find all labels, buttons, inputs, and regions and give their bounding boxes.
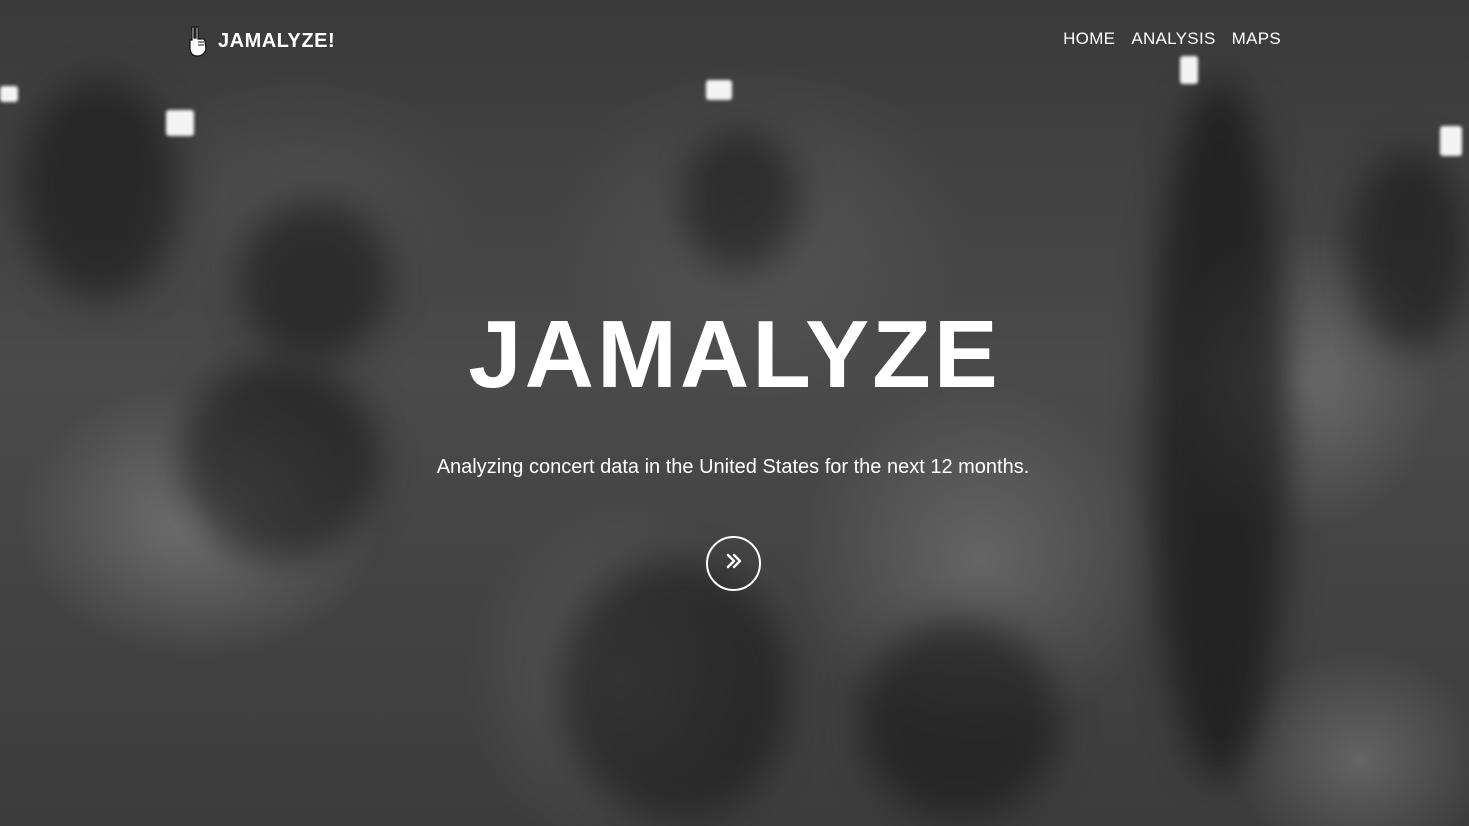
navbar: JAMALYZE! HOME ANALYSIS MAPS bbox=[0, 0, 1469, 80]
crowd-silhouette bbox=[860, 620, 1060, 820]
crowd-silhouette bbox=[560, 560, 790, 820]
hero-section: JAMALYZE! HOME ANALYSIS MAPS JAMALYZE An… bbox=[0, 0, 1469, 826]
hero-title: JAMALYZE bbox=[468, 301, 1001, 408]
phone-screen-glint bbox=[1440, 126, 1462, 156]
nav-links: HOME ANALYSIS MAPS bbox=[1063, 29, 1281, 49]
nav-home-link[interactable]: HOME bbox=[1063, 29, 1115, 49]
scroll-down-button[interactable] bbox=[706, 536, 761, 591]
phone-screen-glint bbox=[0, 86, 18, 102]
brand-label: JAMALYZE! bbox=[218, 29, 336, 52]
phone-screen-glint bbox=[706, 80, 732, 100]
hero-subtitle: Analyzing concert data in the United Sta… bbox=[436, 456, 1030, 478]
double-chevron-right-icon bbox=[723, 550, 745, 577]
crowd-silhouette bbox=[20, 80, 180, 300]
nav-maps-link[interactable]: MAPS bbox=[1232, 29, 1281, 49]
crowd-silhouette bbox=[680, 130, 800, 270]
brand-link[interactable]: JAMALYZE! bbox=[186, 24, 335, 58]
nav-analysis-link[interactable]: ANALYSIS bbox=[1131, 29, 1215, 49]
crowd-silhouette bbox=[1150, 80, 1290, 780]
rock-hand-icon bbox=[186, 24, 212, 58]
phone-screen-glint bbox=[166, 110, 194, 136]
